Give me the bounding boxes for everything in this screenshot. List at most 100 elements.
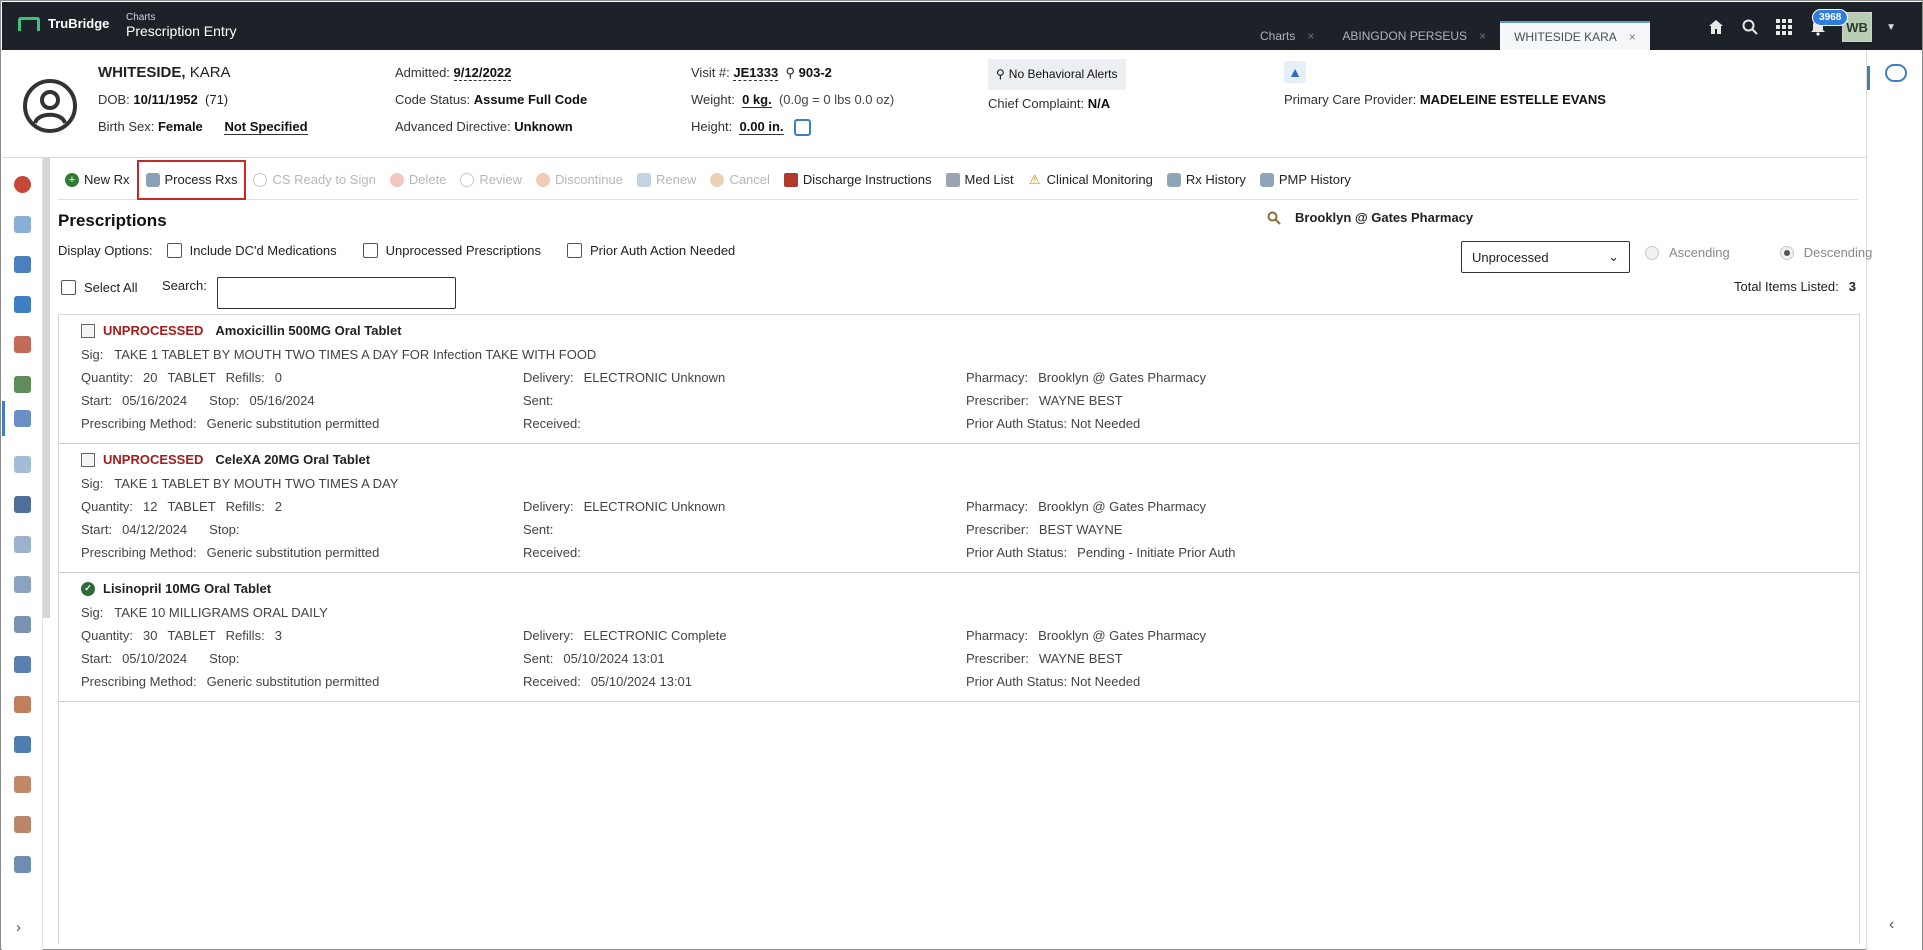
gender-identity-link[interactable]: Not Specified [224,119,308,135]
close-icon[interactable]: × [1479,29,1486,43]
cs-ready-to-sign-button[interactable]: CS Ready to Sign [246,160,382,200]
select-all-option[interactable]: Select All [61,280,137,295]
nav-care-icon[interactable] [14,776,31,793]
nav-attachment-icon[interactable] [14,656,31,673]
delete-label: Delete [408,172,447,187]
sig-label: Sig: [81,605,104,620]
descending-option[interactable]: Descending [1779,245,1872,260]
home-icon[interactable] [1706,17,1726,37]
preferred-pharmacy[interactable]: Brooklyn @ Gates Pharmacy [1267,210,1473,225]
med-list-button[interactable]: Med List [939,160,1021,200]
cancel-button[interactable]: Cancel [703,160,776,200]
measurement-icon[interactable] [794,119,812,137]
rx-quantity: Quantity: 12 TABLET Refills: 2 [81,499,282,514]
ascending-radio[interactable] [1645,245,1659,260]
notifications-bell-icon[interactable]: 3968 [1808,9,1849,37]
search-icon[interactable] [1740,17,1760,37]
app-context: Charts Prescription Entry [126,12,236,39]
nav-schedule-icon[interactable] [14,296,31,313]
tab-whiteside-kara[interactable]: WHITESIDE KARA × [1500,21,1650,50]
close-icon[interactable]: × [1629,30,1636,44]
nav-injection-icon[interactable] [14,456,31,473]
prior-auth-checkbox[interactable] [567,243,583,258]
nav-orders-icon[interactable] [14,256,31,273]
nav-team-icon[interactable] [14,816,31,833]
right-rail: ‹ [1866,50,1922,950]
review-button[interactable]: Review [453,160,529,200]
height-label: Height: [691,119,733,134]
apps-grid-icon[interactable] [1774,17,1794,37]
height-value[interactable]: 0.00 in. [739,119,784,135]
pharmacy-value: Brooklyn @ Gates Pharmacy [1038,370,1206,385]
expand-nav-icon[interactable]: › [16,919,21,936]
rx-quantity: Quantity: 30 TABLET Refills: 3 [81,628,282,643]
process-rxs-button[interactable]: Process Rxs [136,159,247,200]
delete-button[interactable]: Delete [383,160,454,200]
select-all-checkbox[interactable] [61,280,76,295]
prior-auth-status-value: Not Needed [1070,674,1141,689]
nav-labs-icon[interactable] [14,216,31,233]
visit-number[interactable]: JE1333 [733,65,779,81]
new-rx-button[interactable]: + New Rx [58,160,137,200]
prescription-row[interactable]: ✓ Lisinopril 10MG Oral Tablet Sig: TAKE … [59,573,1859,702]
admitted-date[interactable]: 9/12/2022 [453,65,512,81]
weight-value[interactable]: 0 kg. [742,92,772,108]
refills-label: Refills: [225,628,265,643]
nav-document-icon[interactable] [14,536,31,553]
chevron-down-icon[interactable]: ▼ [1886,22,1896,33]
ascending-label: Ascending [1669,245,1730,260]
rx-history-button[interactable]: Rx History [1160,160,1253,200]
include-dc-option[interactable]: Include DC'd Medications [166,243,337,258]
sort-select[interactable]: Unprocessed ⌄ [1461,241,1630,273]
nav-notes-icon[interactable] [14,576,31,593]
renew-button[interactable]: Renew [630,160,703,200]
rx-received: Received: [523,545,591,560]
collapse-left-icon[interactable]: ‹ [1889,916,1894,934]
nav-vitals-icon[interactable] [14,176,31,193]
nav-meds-icon[interactable] [14,336,31,353]
nav-forms-icon[interactable] [14,616,31,633]
nav-provider-icon[interactable] [14,496,31,513]
prescription-row[interactable]: UNPROCESSED Amoxicillin 500MG Oral Table… [59,315,1859,444]
patient-col-1: WHITESIDE, KARA DOB: 10/11/1952 (71) Bir… [98,59,308,140]
pharmacy-value: Brooklyn @ Gates Pharmacy [1038,628,1206,643]
stop-label: Stop: [209,522,240,537]
edit-rx-icon[interactable] [81,323,95,338]
descending-radio[interactable] [1779,245,1794,260]
tab-charts[interactable]: Charts × [1246,21,1328,50]
nav-pharmacy-icon[interactable] [14,696,31,713]
unprocessed-option[interactable]: Unprocessed Prescriptions [362,243,541,258]
rx-pharmacy: Pharmacy: Brooklyn @ Gates Pharmacy [966,370,1206,385]
left-nav: › [2,158,43,950]
nav-history-icon[interactable] [14,736,31,753]
prior-auth-option[interactable]: Prior Auth Action Needed [567,243,735,258]
chat-bubble-icon[interactable] [1885,64,1907,82]
discharge-instructions-button[interactable]: Discharge Instructions [777,160,939,200]
advanced-directive-value: Unknown [514,119,573,134]
rx-quantity: Quantity: 20 TABLET Refills: 0 [81,370,282,385]
allergy-alert-icon[interactable]: ▲ [1284,61,1306,83]
nav-prescriptions-icon[interactable] [14,410,31,427]
tab-abingdon-perseus[interactable]: ABINGDON PERSEUS × [1328,21,1500,50]
behavioral-alerts-badge[interactable]: ⚲ No Behavioral Alerts [988,59,1126,90]
close-icon[interactable]: × [1307,29,1314,43]
discontinue-button[interactable]: Discontinue [529,160,630,200]
search-input[interactable] [217,277,456,309]
nav-mar-icon[interactable] [14,376,31,393]
prescription-row[interactable]: UNPROCESSED CeleXA 20MG Oral Tablet Sig:… [59,444,1859,573]
sig-value: TAKE 10 MILLIGRAMS ORAL DAILY [114,605,328,620]
trubridge-logo[interactable]: TruBridge [18,16,109,31]
patient-col-4: ⚲ No Behavioral Alerts Chief Complaint: N… [988,59,1126,117]
clinical-monitoring-button[interactable]: ⚠ Clinical Monitoring [1021,160,1160,200]
advanced-directive-label: Advanced Directive: [395,119,511,134]
select-all-label: Select All [84,280,138,295]
ascending-option[interactable]: Ascending [1645,245,1730,260]
nav-reports-icon[interactable] [14,856,31,873]
quantity-unit: TABLET [167,499,216,514]
unprocessed-checkbox[interactable] [362,243,378,258]
pmp-history-button[interactable]: PMP History [1253,160,1358,200]
edit-rx-icon[interactable] [81,452,95,467]
left-scrollbar[interactable] [43,158,50,618]
room-number: 903-2 [798,65,832,80]
include-dc-checkbox[interactable] [166,243,182,258]
